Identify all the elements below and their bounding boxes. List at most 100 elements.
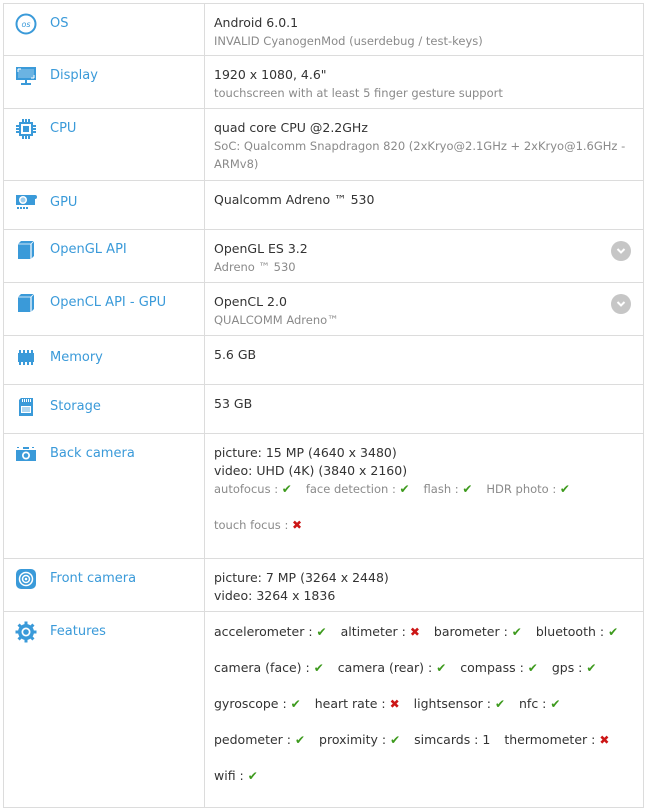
feature-item: camera (face) : ✔ [214,659,324,677]
label-cell: Memory [4,336,205,384]
spec-primary-value: 5.6 GB [214,347,257,362]
features-list: accelerometer : ✔ altimeter : ✖ barometer … [214,623,634,803]
feature-item: lightsensor : ✔ [414,695,505,713]
feature-name: autofocus : [214,482,282,496]
feature-name: altimeter : [340,624,410,639]
feature-name: thermometer : [504,732,600,747]
svg-text:os: os [21,20,30,29]
check-icon: ✔ [436,661,447,675]
feature-name: HDR photo : [486,482,560,496]
value-cell: quad core CPU @2.2GHz SoC: Qualcomm Snap… [205,109,643,180]
spec-label: Back camera [50,446,135,461]
gpu-card-icon [14,192,38,214]
value-cell: 5.6 GB [205,336,643,384]
check-icon: ✔ [281,482,292,496]
feature-name: gyroscope : [214,696,291,711]
expand-button[interactable] [611,294,631,314]
spec-row-opengl: OpenGL API OpenGL ES 3.2 Adreno ™ 530 [4,230,643,283]
label-cell: Storage [4,385,205,433]
spec-label: OS [50,16,69,31]
camera-picture: picture: 15 MP (4640 x 3480) [214,445,397,460]
feature-item: gyroscope : ✔ [214,695,301,713]
label-cell: CPU [4,109,205,180]
check-icon: ✔ [399,482,410,496]
spec-primary-value: quad core CPU @2.2GHz [214,120,368,135]
feature-item: flash : ✔ [424,480,473,498]
feature-item: altimeter : ✖ [341,623,420,641]
value-cell: Qualcomm Adreno ™ 530 [205,181,643,229]
feature-item: gps : ✔ [552,659,597,677]
memory-icon [14,347,38,369]
feature-name: proximity : [319,732,391,747]
value-cell: accelerometer : ✔ altimeter : ✖ barometer … [205,612,643,807]
check-icon: ✔ [559,482,570,496]
feature-item: barometer : ✔ [434,623,522,641]
label-cell: Features [4,612,205,807]
spec-label: Storage [50,399,101,414]
gear-icon [14,621,38,643]
spec-primary-value: Android 6.0.1 [214,15,299,30]
feature-item: proximity : ✔ [319,731,400,749]
feature-item: autofocus : ✔ [214,480,292,498]
check-icon: ✔ [313,661,324,675]
spec-row-back-camera: Back camera picture: 15 MP (4640 x 3480)… [4,434,643,559]
camera-features: autofocus : ✔ face detection : ✔ flash : ✔… [214,480,634,552]
cross-icon: ✖ [599,733,610,747]
label-cell: Display [4,56,205,108]
spec-label: Memory [50,350,103,365]
spec-label: OpenGL API [50,242,127,257]
spec-row-display: Display 1920 x 1080, 4.6" touchscreen wi… [4,56,643,109]
feature-item: nfc : ✔ [519,695,560,713]
check-icon: ✔ [586,661,597,675]
spec-primary-value: OpenGL ES 3.2 [214,241,308,256]
camera-picture: picture: 7 MP (3264 x 2448) [214,570,389,585]
feature-name: nfc : [519,696,551,711]
spec-label: OpenCL API - GPU [50,295,167,310]
camera-video: video: UHD (4K) (3840 x 2160) [214,463,408,478]
label-cell: OpenGL API [4,230,205,282]
spec-primary-value: 1920 x 1080, 4.6" [214,67,327,82]
cpu-chip-icon [14,118,38,140]
camera-video: video: 3264 x 1836 [214,588,336,603]
feature-name: camera (rear) : [337,660,437,675]
value-cell: picture: 15 MP (4640 x 3480) video: UHD … [205,434,643,558]
expand-button[interactable] [611,241,631,261]
value-cell: 53 GB [205,385,643,433]
spec-secondary-value: Adreno ™ 530 [214,260,296,274]
label-cell: os OS [4,4,205,55]
chevron-down-icon [616,248,626,254]
value-cell: Android 6.0.1 INVALID CyanogenMod (userd… [205,4,643,55]
check-icon: ✔ [316,625,327,639]
feature-item: touch focus : ✖ [214,516,302,534]
feature-name: bluetooth : [535,624,609,639]
check-icon: ✔ [511,625,522,639]
spec-row-storage: Storage 53 GB [4,385,643,434]
spec-row-cpu: CPU quad core CPU @2.2GHz SoC: Qualcomm … [4,109,643,181]
check-icon: ✔ [527,661,538,675]
feature-item: thermometer : ✖ [504,731,609,749]
value-cell: OpenCL 2.0 QUALCOMM Adreno™ [205,283,643,335]
feature-item: wifi : ✔ [214,767,258,785]
check-icon: ✔ [247,769,258,783]
feature-item: pedometer : ✔ [214,731,305,749]
spec-label: Front camera [50,571,137,586]
feature-item: HDR photo : ✔ [486,480,570,498]
device-spec-table: os OS Android 6.0.1 INVALID CyanogenMod … [3,3,644,808]
value-cell: OpenGL ES 3.2 Adreno ™ 530 [205,230,643,282]
feature-name: compass : [460,660,528,675]
feature-name: gps : [551,660,587,675]
cube-icon [14,292,38,314]
spec-secondary-value: QUALCOMM Adreno™ [214,313,339,327]
feature-name: pedometer : [214,732,295,747]
feature-name: lightsensor : [413,696,495,711]
check-icon: ✔ [608,625,619,639]
label-cell: Back camera [4,434,205,558]
spec-row-front-camera: Front camera picture: 7 MP (3264 x 2448)… [4,559,643,612]
feature-name: touch focus : [214,518,292,532]
cross-icon: ✖ [389,697,400,711]
feature-item: camera (rear) : ✔ [338,659,447,677]
feature-name: flash : [423,482,463,496]
spec-row-gpu: GPU Qualcomm Adreno ™ 530 [4,181,643,230]
check-icon: ✔ [462,482,473,496]
feature-name: wifi : [214,768,248,783]
